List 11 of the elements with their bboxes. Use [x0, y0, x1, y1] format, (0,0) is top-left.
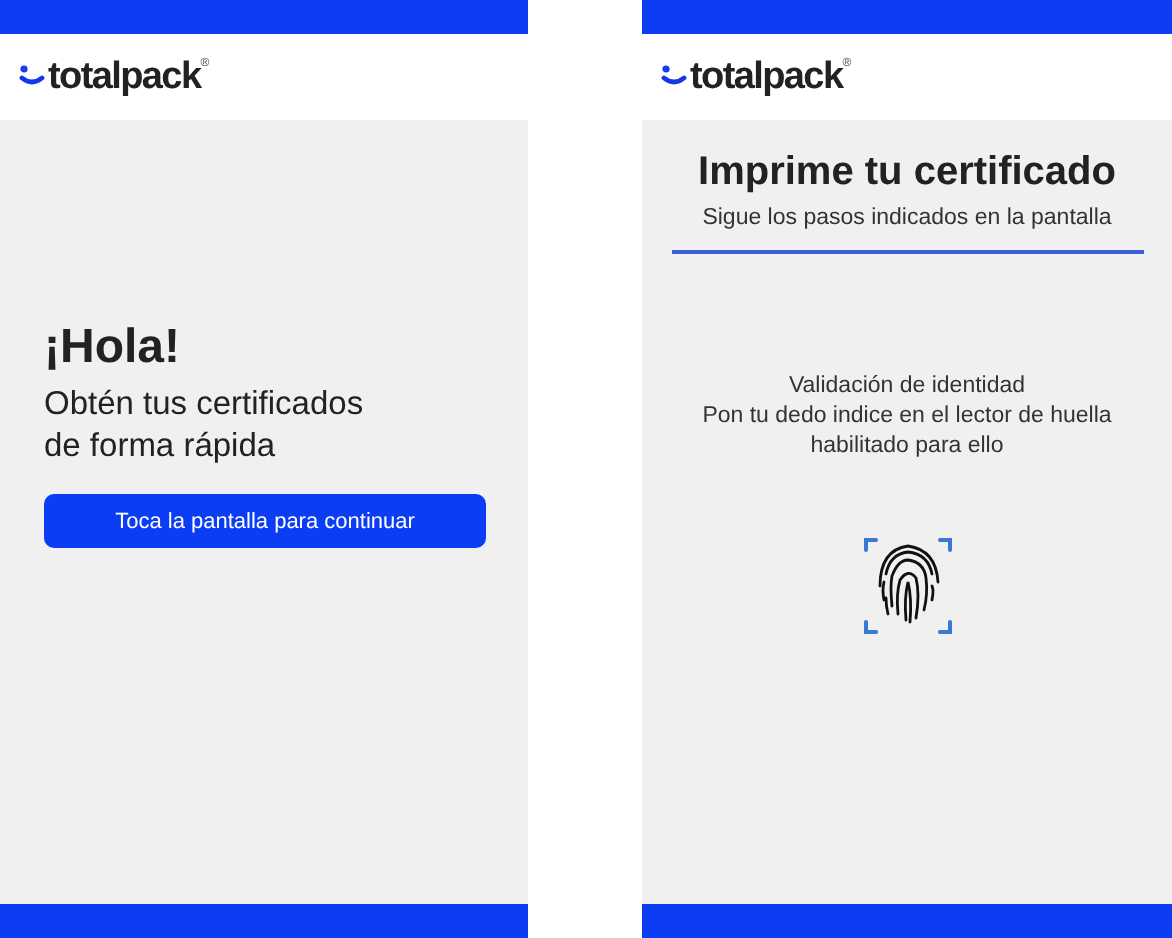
screen-subtitle: Sigue los pasos indicados en la pantalla: [702, 206, 1112, 230]
screen-title: Imprime tu certificado: [698, 150, 1116, 196]
smile-icon: [660, 63, 688, 87]
logo-text: totalpack: [48, 57, 201, 97]
continue-button[interactable]: Toca la pantalla para continuar: [44, 494, 486, 548]
fingerprint-icon: [861, 534, 953, 638]
greeting-title: ¡Hola!: [44, 320, 182, 376]
logo-text: totalpack: [690, 57, 843, 97]
smile-icon: [18, 63, 46, 87]
welcome-message: Obtén tus certificados de forma rápida: [44, 384, 366, 468]
instructions-text: Validación de identidad Pon tu dedo indice en el lector de huella habilitado para ello: [702, 372, 1112, 462]
